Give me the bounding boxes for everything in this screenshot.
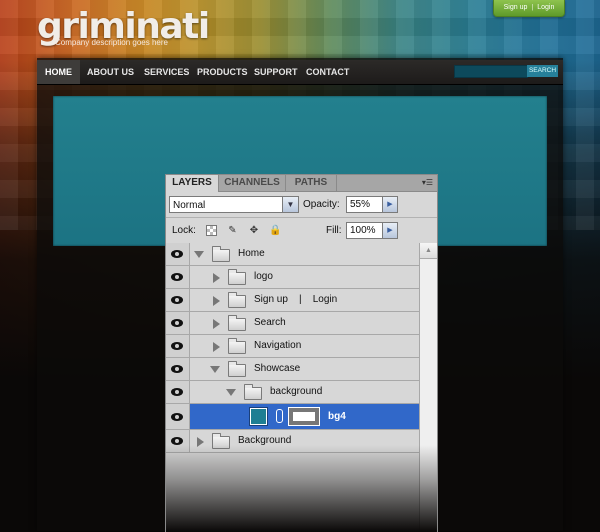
eye-icon [171, 273, 183, 281]
layer-name: Navigation [254, 340, 302, 351]
login-link[interactable]: Login [537, 0, 554, 15]
layer-thumbnail[interactable] [249, 407, 268, 426]
layers-list: Home logo Sign up | Login Search Navigat… [166, 243, 437, 532]
collapse-triangle-icon[interactable] [213, 273, 220, 283]
eye-icon [171, 388, 183, 396]
opacity-label: Opacity: [303, 199, 340, 210]
scroll-up-arrow-icon[interactable]: ▲ [420, 243, 437, 259]
blend-mode-select[interactable]: Normal ▼ [169, 196, 299, 213]
layer-row-bg4[interactable]: bg4 [166, 404, 419, 430]
eye-icon [171, 437, 183, 445]
folder-icon [212, 433, 230, 449]
visibility-toggle[interactable] [166, 312, 190, 334]
lock-transparency-icon[interactable] [206, 225, 217, 237]
layer-name: Home [238, 248, 265, 259]
layer-name: bg4 [328, 411, 346, 422]
fill-slider-button[interactable]: ▶ [382, 223, 397, 238]
fill-value: 100% [350, 225, 376, 236]
lock-label: Lock: [172, 225, 196, 236]
visibility-toggle[interactable] [166, 430, 190, 452]
site-tagline: Company description goes here [55, 38, 168, 47]
layer-name: logo [254, 271, 273, 282]
expand-triangle-icon[interactable] [210, 366, 220, 373]
nav-search-button[interactable]: SEARCH [527, 65, 558, 77]
eye-icon [171, 250, 183, 258]
nav-contact[interactable]: CONTACT [298, 60, 357, 84]
lock-icons: ✎ ✥ 🔒 [206, 222, 286, 239]
collapse-triangle-icon[interactable] [213, 296, 220, 306]
nav-home[interactable]: HOME [37, 60, 80, 84]
layer-name: Sign up | Login [254, 294, 338, 305]
tab-channels[interactable]: CHANNELS [219, 175, 286, 191]
eye-icon [171, 342, 183, 350]
expand-triangle-icon[interactable] [226, 389, 236, 396]
layers-panel: LAYERS CHANNELS PATHS ▾☰ Normal ▼ Opacit… [165, 174, 438, 532]
layer-row-search[interactable]: Search [166, 312, 419, 335]
folder-icon [228, 269, 246, 285]
opacity-field[interactable]: 55% ▶ [346, 196, 398, 213]
signup-link[interactable]: Sign up [504, 0, 528, 15]
visibility-toggle[interactable] [166, 358, 190, 380]
collapse-triangle-icon[interactable] [197, 437, 204, 447]
visibility-toggle[interactable] [166, 404, 190, 429]
expand-triangle-icon[interactable] [194, 251, 204, 258]
visibility-toggle[interactable] [166, 335, 190, 357]
tab-layers[interactable]: LAYERS [166, 175, 219, 192]
folder-icon [244, 384, 262, 400]
layer-name: background [270, 386, 323, 397]
fill-field[interactable]: 100% ▶ [346, 222, 398, 239]
layer-row-background[interactable]: Background [166, 430, 419, 453]
layers-scrollbar[interactable]: ▲ [419, 243, 437, 532]
fill-label: Fill: [326, 225, 342, 236]
folder-icon [228, 361, 246, 377]
nav-about-us[interactable]: ABOUT US [79, 60, 142, 84]
tab-paths[interactable]: PATHS [286, 175, 337, 191]
lock-position-move-icon[interactable]: ✥ [248, 225, 260, 237]
lock-fill-row: Lock: ✎ ✥ 🔒 Fill: 100% ▶ [166, 218, 437, 244]
panel-tab-strip: LAYERS CHANNELS PATHS ▾☰ [166, 175, 437, 192]
panel-menu-icon[interactable]: ▾☰ [422, 178, 433, 187]
layer-name: Search [254, 317, 286, 328]
collapse-triangle-icon[interactable] [213, 319, 220, 329]
folder-icon [228, 315, 246, 331]
visibility-toggle[interactable] [166, 266, 190, 288]
layer-row-logo[interactable]: logo [166, 266, 419, 289]
collapse-triangle-icon[interactable] [213, 342, 220, 352]
auth-separator: | [531, 4, 534, 11]
link-chain-icon[interactable] [276, 409, 283, 423]
layer-name: Showcase [254, 363, 301, 374]
folder-icon [228, 338, 246, 354]
eye-icon [171, 365, 183, 373]
eye-icon [171, 413, 183, 421]
visibility-toggle[interactable] [166, 381, 190, 403]
eye-icon [171, 296, 183, 304]
layer-row-navigation[interactable]: Navigation [166, 335, 419, 358]
layer-row-home[interactable]: Home [166, 243, 419, 266]
layer-row-signup-login[interactable]: Sign up | Login [166, 289, 419, 312]
folder-icon [228, 292, 246, 308]
blend-mode-value: Normal [173, 200, 206, 211]
layer-row-background-group[interactable]: background [166, 381, 419, 404]
nav-search-input[interactable] [454, 65, 528, 78]
opacity-slider-button[interactable]: ▶ [382, 197, 397, 212]
layer-row-showcase[interactable]: Showcase [166, 358, 419, 381]
eye-icon [171, 319, 183, 327]
nav-support[interactable]: SUPPORT [246, 60, 306, 84]
layer-name: Background [238, 435, 292, 446]
folder-icon [212, 246, 230, 262]
auth-tab: Sign up | Login [493, 0, 565, 17]
visibility-toggle[interactable] [166, 289, 190, 311]
opacity-value: 55% [350, 199, 371, 210]
blend-opacity-row: Normal ▼ Opacity: 55% ▶ [166, 192, 437, 218]
mask-thumbnail[interactable] [288, 407, 320, 426]
lock-pixels-brush-icon[interactable]: ✎ [226, 225, 238, 237]
visibility-toggle[interactable] [166, 243, 190, 265]
lock-all-padlock-icon[interactable]: 🔒 [269, 225, 281, 237]
chevron-down-icon[interactable]: ▼ [282, 197, 298, 212]
